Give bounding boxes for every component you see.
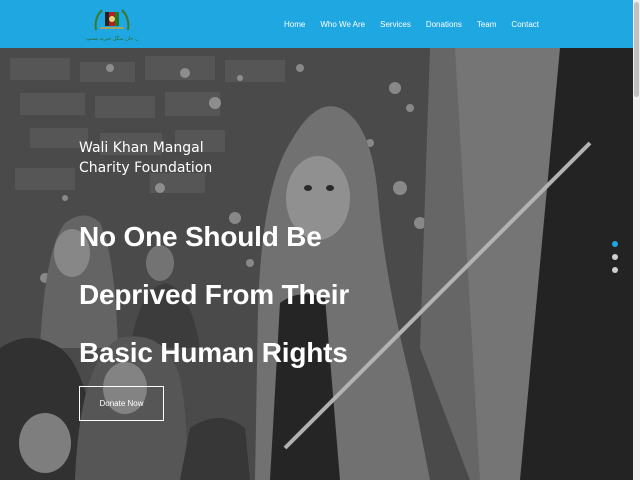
nav-home[interactable]: Home	[284, 20, 305, 29]
main-nav: Home Who We Are Services Donations Team …	[284, 0, 539, 48]
site-logo[interactable]: ولي خان منگل خیریه بنسټ	[86, 6, 138, 44]
nav-contact[interactable]: Contact	[511, 20, 539, 29]
headline-line-1: No One Should Be	[79, 221, 322, 252]
hero-headline: No One Should Be Deprived From Their Bas…	[79, 208, 399, 382]
page-scrollbar[interactable]	[633, 0, 640, 480]
foundation-name-line-1: Wali Khan Mangal	[79, 140, 204, 156]
site-header: ولي خان منگل خیریه بنسټ Home Who We Are …	[0, 0, 640, 48]
headline-line-3: Basic Human Rights	[79, 337, 348, 368]
nav-team[interactable]: Team	[477, 20, 497, 29]
logo-emblem-icon	[94, 9, 130, 31]
headline-line-2: Deprived From Their	[79, 279, 350, 310]
foundation-name: Wali Khan Mangal Charity Foundation	[79, 138, 239, 178]
foundation-name-line-2: Charity Foundation	[79, 160, 213, 176]
donate-now-button[interactable]: Donate Now	[79, 386, 164, 421]
nav-services[interactable]: Services	[380, 20, 411, 29]
nav-donations[interactable]: Donations	[426, 20, 462, 29]
slider-dot-3[interactable]	[612, 267, 618, 273]
slider-dot-1[interactable]	[612, 241, 618, 247]
slider-dot-2[interactable]	[612, 254, 618, 260]
nav-who-we-are[interactable]: Who We Are	[320, 20, 365, 29]
logo-text: ولي خان منگل خیریه بنسټ	[86, 36, 138, 42]
hero-slider: Wali Khan Mangal Charity Foundation No O…	[0, 48, 640, 480]
scrollbar-thumb[interactable]	[634, 2, 639, 97]
slider-dots	[612, 241, 618, 280]
